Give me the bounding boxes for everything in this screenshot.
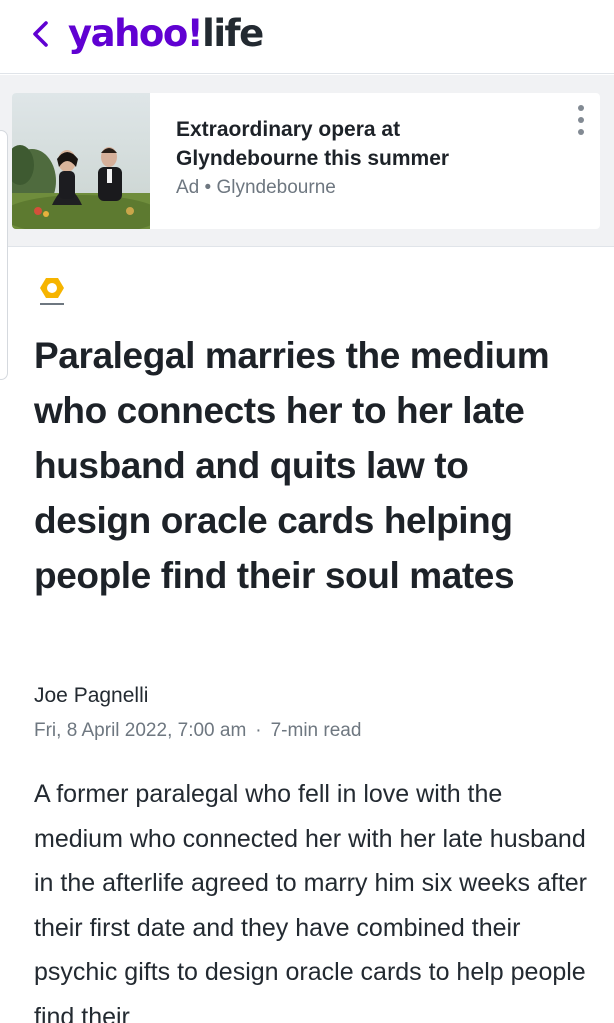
side-drawer-handle[interactable]: [0, 130, 8, 380]
chevron-left-icon: [33, 21, 48, 47]
yahoo-life-logo[interactable]: yahoo!life: [68, 6, 264, 62]
dateline-separator: ·: [255, 720, 262, 741]
top-navigation-bar: yahoo!life: [0, 0, 614, 74]
logo-section: life: [202, 12, 264, 55]
ad-separator: •: [204, 177, 212, 198]
article-body-paragraph: A former paralegal who fell in love with…: [34, 780, 588, 1023]
ad-title[interactable]: Extraordinary opera at Glyndebourne this…: [176, 115, 516, 173]
ad-label: Ad: [176, 177, 200, 198]
logo-brand: yahoo!: [68, 12, 204, 55]
more-vertical-icon[interactable]: [572, 105, 590, 135]
article-author[interactable]: Joe Pagnelli: [34, 684, 148, 708]
publish-date: Fri, 8 April 2022, 7:00 am: [34, 720, 247, 741]
ad-sponsor: Glyndebourne: [216, 177, 336, 198]
ad-image[interactable]: [12, 93, 150, 229]
pa-media-logo-icon: [40, 278, 64, 305]
provider-logo[interactable]: [34, 276, 70, 310]
ad-meta: Ad • Glyndebourne: [176, 177, 336, 199]
read-time: 7-min read: [270, 720, 362, 741]
back-button[interactable]: [22, 14, 58, 54]
ad-banner-area: Extraordinary opera at Glyndebourne this…: [0, 75, 614, 247]
article-headline: Paralegal marries the medium who connect…: [34, 335, 550, 596]
sponsored-ad-card[interactable]: Extraordinary opera at Glyndebourne this…: [12, 93, 600, 229]
article-dateline: Fri, 8 April 2022, 7:00 am · 7-min read: [34, 720, 361, 742]
